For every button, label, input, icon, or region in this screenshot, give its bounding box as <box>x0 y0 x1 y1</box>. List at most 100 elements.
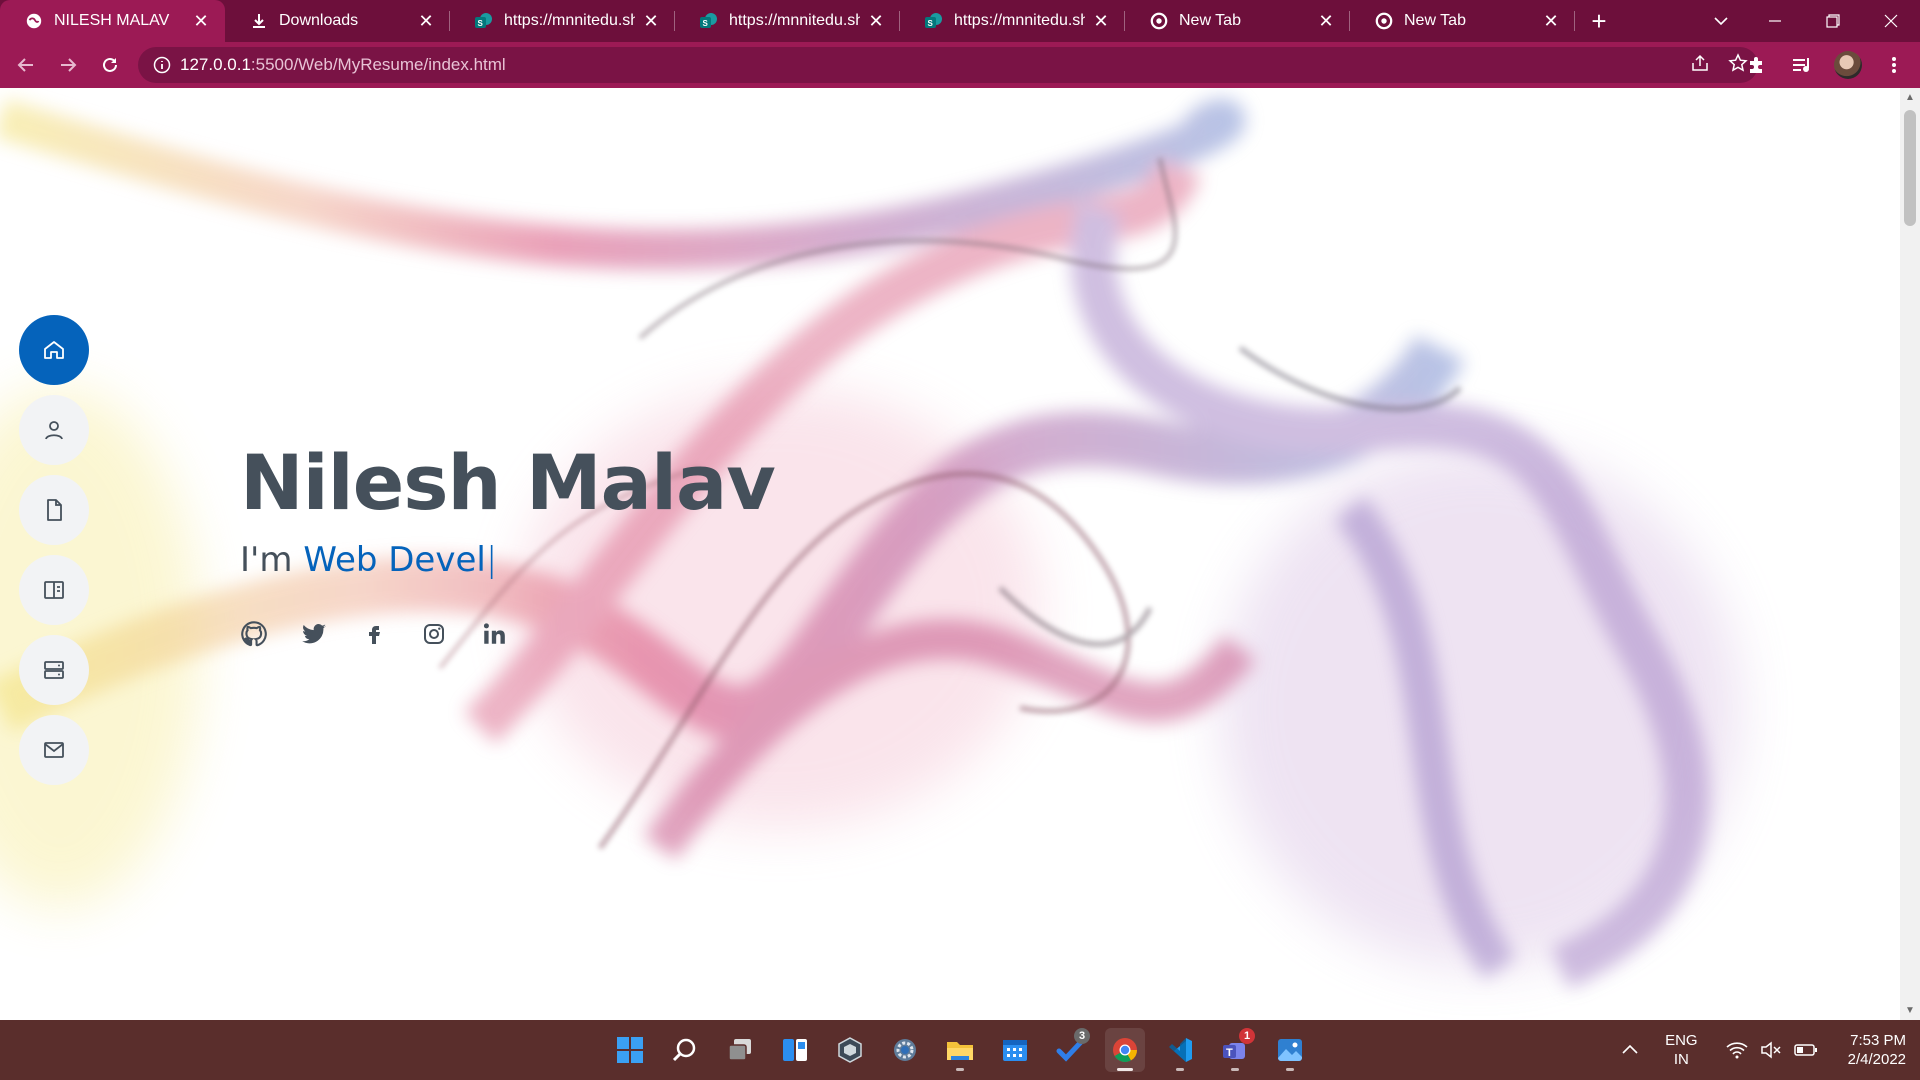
person-icon <box>45 421 63 440</box>
svg-text:S: S <box>703 19 709 28</box>
hero-section: Nilesh Malav I'm Web Devel| <box>240 438 776 648</box>
arrow-right-icon <box>61 58 77 72</box>
tab-downloads[interactable]: Downloads ✕ <box>225 0 450 42</box>
nav-portfolio[interactable] <box>19 555 89 625</box>
intro-prefix: I'm <box>240 540 304 580</box>
site-info-icon[interactable] <box>144 56 180 74</box>
twitter-icon[interactable] <box>300 620 328 648</box>
app-icon[interactable] <box>830 1028 870 1072</box>
close-icon[interactable]: ✕ <box>641 11 661 31</box>
teams-icon[interactable]: T 1 <box>1215 1028 1255 1072</box>
menu-kebab-icon[interactable] <box>1876 47 1912 83</box>
taskbar-apps: 3 T 1 <box>610 1020 1310 1080</box>
file-explorer-icon[interactable] <box>940 1028 980 1072</box>
github-icon[interactable] <box>240 620 268 648</box>
nav-home[interactable] <box>19 315 89 385</box>
chevron-up-icon[interactable] <box>1621 1042 1639 1059</box>
side-navigation <box>19 315 89 795</box>
close-window-button[interactable] <box>1862 0 1920 42</box>
settings-icon[interactable] <box>885 1028 925 1072</box>
media-control-icon[interactable] <box>1784 47 1820 83</box>
close-icon[interactable]: ✕ <box>866 11 886 31</box>
home-icon <box>44 341 64 359</box>
address-bar[interactable]: 127.0.0.1:5500/Web/MyResume/index.html <box>138 47 1758 83</box>
svg-text:S: S <box>928 19 934 28</box>
tab-title: NILESH MALAV <box>54 12 170 29</box>
clock[interactable]: 7:53 PM 2/4/2022 <box>1848 1031 1906 1069</box>
typed-text: Web Devel <box>303 540 486 580</box>
arrow-left-icon <box>17 58 33 72</box>
reload-button[interactable] <box>90 45 130 85</box>
facebook-icon[interactable] <box>360 620 388 648</box>
globe-icon <box>24 11 44 31</box>
vscode-icon[interactable] <box>1160 1028 1200 1072</box>
tab-search-button[interactable] <box>1696 0 1746 42</box>
linkedin-icon[interactable] <box>480 620 508 648</box>
new-tab-button[interactable]: + <box>1575 0 1623 42</box>
tab-new-tab-1[interactable]: New Tab ✕ <box>1125 0 1350 42</box>
minimize-icon <box>1769 20 1781 22</box>
tab-sharepoint-1[interactable]: S https://mnnitedu.shar ✕ <box>450 0 675 42</box>
running-indicator <box>1117 1068 1133 1071</box>
scroll-down-arrow-icon[interactable]: ▼ <box>1905 1005 1915 1016</box>
book-icon <box>44 581 64 599</box>
forward-button[interactable] <box>48 45 88 85</box>
chevron-down-icon <box>1714 17 1728 26</box>
language-label: ENG <box>1665 1032 1698 1049</box>
chrome-icon[interactable] <box>1105 1028 1145 1072</box>
sharepoint-icon: S <box>474 11 494 31</box>
tab-strip: NILESH MALAV ✕ Downloads ✕ S https://mnn… <box>0 0 1920 42</box>
hero-subtitle: I'm Web Devel| <box>240 540 775 580</box>
nav-services[interactable] <box>19 635 89 705</box>
restore-button[interactable] <box>1804 0 1862 42</box>
input-language[interactable]: ENG IN <box>1665 1031 1698 1069</box>
windows-start-icon[interactable] <box>610 1028 650 1072</box>
todo-icon[interactable]: 3 <box>1050 1028 1090 1072</box>
tab-sharepoint-2[interactable]: S https://mnnitedu.shar ✕ <box>675 0 900 42</box>
teams-badge: 1 <box>1239 1028 1255 1044</box>
tab-title: Downloads <box>279 12 359 29</box>
system-status-icons[interactable] <box>1726 1041 1818 1059</box>
running-indicator <box>1231 1068 1239 1071</box>
clock-time: 7:53 PM <box>1850 1032 1906 1049</box>
extensions-icon[interactable] <box>1738 47 1774 83</box>
scrollbar-thumb[interactable] <box>1904 110 1916 226</box>
close-icon[interactable]: ✕ <box>1541 11 1561 31</box>
tab-title: https://mnnitedu.shar <box>954 12 1085 29</box>
task-view-icon[interactable] <box>720 1028 760 1072</box>
avatar <box>1834 51 1862 79</box>
nav-contact[interactable] <box>19 715 89 785</box>
widgets-icon[interactable] <box>775 1028 815 1072</box>
nav-resume[interactable] <box>19 475 89 545</box>
server-icon <box>44 661 64 679</box>
close-icon[interactable]: ✕ <box>191 11 211 31</box>
chrome-icon <box>1374 11 1394 31</box>
running-indicator <box>1286 1068 1294 1071</box>
tab-new-tab-2[interactable]: New Tab ✕ <box>1350 0 1575 42</box>
vertical-scrollbar[interactable]: ▲ ▼ <box>1900 88 1920 1020</box>
typing-cursor: | <box>485 540 498 580</box>
restore-icon <box>1826 14 1840 28</box>
scroll-up-arrow-icon[interactable]: ▲ <box>1905 92 1915 103</box>
instagram-icon[interactable] <box>420 620 448 648</box>
share-icon[interactable] <box>1690 53 1710 78</box>
region-label: IN <box>1673 1051 1689 1068</box>
download-icon <box>249 11 269 31</box>
tab-sharepoint-3[interactable]: S https://mnnitedu.shar ✕ <box>900 0 1125 42</box>
nav-about[interactable] <box>19 395 89 465</box>
profile-avatar[interactable] <box>1830 47 1866 83</box>
photos-icon[interactable] <box>1270 1028 1310 1072</box>
calendar-icon[interactable] <box>995 1028 1035 1072</box>
tab-nilesh-malav[interactable]: NILESH MALAV ✕ <box>0 0 225 42</box>
close-icon[interactable]: ✕ <box>1316 11 1336 31</box>
minimize-button[interactable] <box>1746 0 1804 42</box>
close-icon[interactable]: ✕ <box>1091 11 1111 31</box>
page-viewport: Nilesh Malav I'm Web Devel| ▲ ▼ <box>0 88 1920 1020</box>
sharepoint-icon: S <box>699 11 719 31</box>
back-button[interactable] <box>6 45 46 85</box>
running-indicator <box>1176 1068 1184 1071</box>
close-icon[interactable]: ✕ <box>416 11 436 31</box>
svg-text:T: T <box>1226 1047 1233 1059</box>
search-icon[interactable] <box>665 1028 705 1072</box>
tab-divider <box>1574 11 1575 31</box>
